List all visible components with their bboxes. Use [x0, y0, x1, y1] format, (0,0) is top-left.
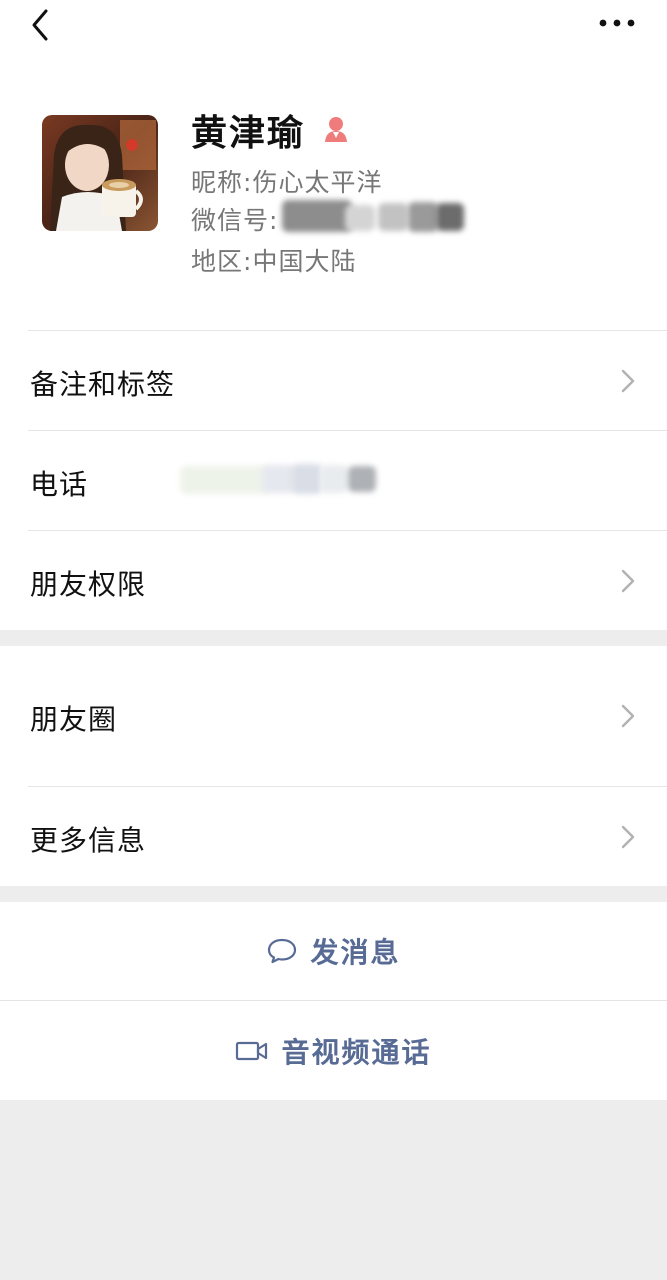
female-icon	[325, 117, 347, 142]
chat-bubble-icon	[268, 938, 297, 964]
video-call-label: 音视频通话	[281, 1036, 432, 1069]
actions-section: 发消息 音视频通话	[0, 902, 667, 1100]
send-message-label: 发消息	[310, 936, 401, 969]
row-label: 朋友圈	[30, 703, 118, 736]
nickname-value: 伤心太平洋	[252, 168, 383, 197]
nickname-line: 昵称:伤心太平洋	[191, 163, 382, 199]
divider	[0, 1000, 667, 1001]
colon-separator: :	[269, 206, 279, 235]
chevron-right-icon	[621, 569, 635, 593]
video-camera-icon	[236, 1041, 268, 1061]
row-label: 备注和标签	[30, 368, 176, 401]
row-label: 更多信息	[30, 824, 147, 857]
chevron-left-icon[interactable]	[26, 8, 56, 42]
chevron-right-icon	[621, 704, 635, 728]
wechat-id-label: 微信号	[191, 206, 270, 235]
region-label: 地区	[191, 247, 244, 276]
nickname-label: 昵称	[191, 168, 244, 197]
region-value: 中国大陆	[252, 247, 357, 276]
wechat-id-line: 微信号:	[191, 201, 278, 237]
row-friend-permissions[interactable]: 朋友权限	[0, 531, 667, 630]
chevron-right-icon	[621, 825, 635, 849]
row-label: 朋友权限	[30, 568, 147, 601]
row-label: 电话	[30, 468, 89, 501]
row-remarks-tags[interactable]: 备注和标签	[0, 331, 667, 430]
video-call-button[interactable]: 音视频通话	[0, 1002, 667, 1100]
send-message-button[interactable]: 发消息	[0, 902, 667, 1000]
region-line: 地区:中国大陆	[191, 242, 356, 278]
content-section: 朋友圈 更多信息	[0, 646, 667, 886]
row-moments[interactable]: 朋友圈	[0, 646, 667, 786]
row-phone[interactable]: 电话	[0, 431, 667, 530]
ellipsis-icon[interactable]	[598, 14, 636, 32]
avatar[interactable]	[42, 115, 158, 231]
contact-name: 黄津瑜	[191, 113, 306, 154]
chevron-right-icon	[621, 369, 635, 393]
row-more-info[interactable]: 更多信息	[0, 787, 667, 886]
profile-section: 黄津瑜 昵称:伤心太平洋 微信号: 地区:中国大陆 备注和标签 电话 朋友权限	[0, 0, 667, 630]
